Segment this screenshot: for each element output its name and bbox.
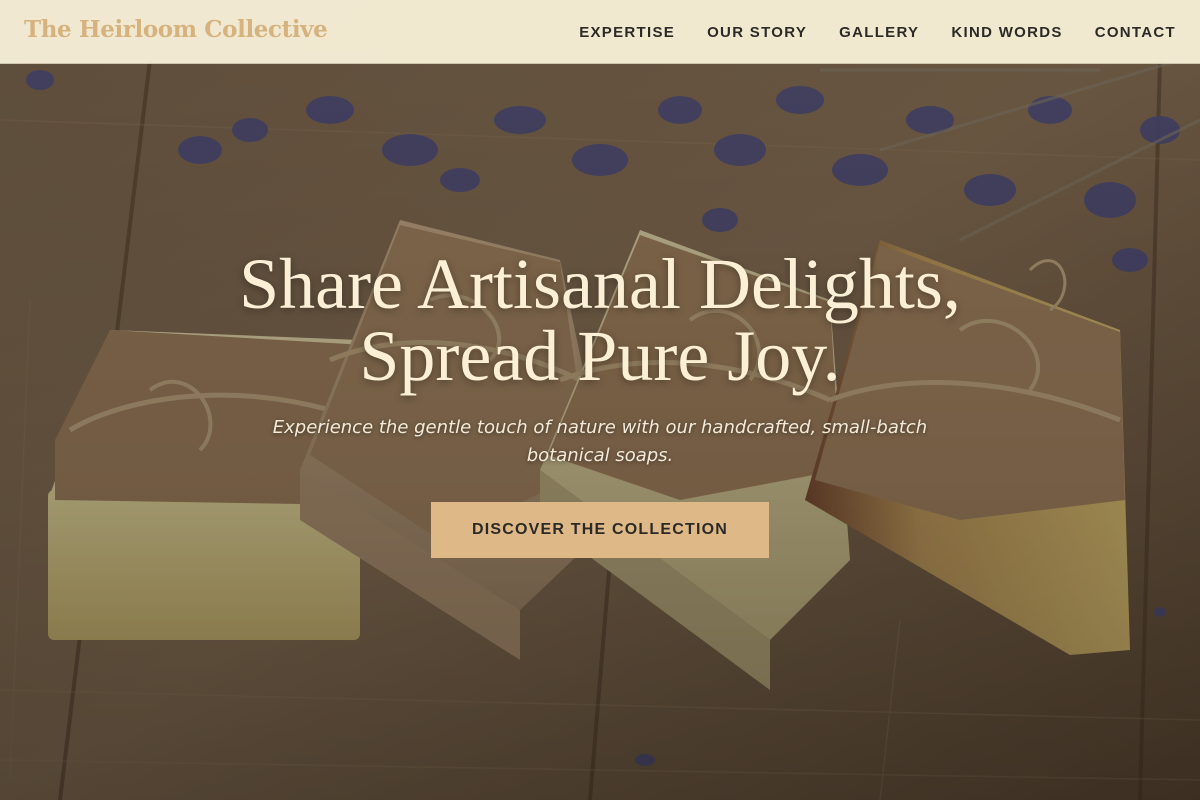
hero-subtitle: Experience the gentle touch of nature wi… xyxy=(272,417,928,466)
page: The Heirloom Collective EXPERTISE OUR ST… xyxy=(0,0,1200,800)
nav-link-gallery[interactable]: GALLERY xyxy=(839,24,919,41)
discover-collection-button[interactable]: DISCOVER THE COLLECTION xyxy=(431,502,769,558)
hero-title: Share Artisanal Delights, Spread Pure Jo… xyxy=(150,248,1050,392)
site-header: The Heirloom Collective EXPERTISE OUR ST… xyxy=(0,0,1200,64)
nav-link-expertise[interactable]: EXPERTISE xyxy=(579,24,675,41)
hero-section: Share Artisanal Delights, Spread Pure Jo… xyxy=(0,248,1200,558)
hero-title-line-2: Spread Pure Joy. xyxy=(359,316,841,396)
nav-link-our-story[interactable]: OUR STORY xyxy=(707,24,807,41)
hero-title-line-1: Share Artisanal Delights, xyxy=(239,244,961,324)
nav-link-kind-words[interactable]: KIND WORDS xyxy=(951,24,1062,41)
main-nav: EXPERTISE OUR STORY GALLERY KIND WORDS C… xyxy=(579,0,1176,64)
brand-logo-link[interactable]: The Heirloom Collective xyxy=(24,16,328,43)
nav-link-contact[interactable]: CONTACT xyxy=(1095,24,1176,41)
